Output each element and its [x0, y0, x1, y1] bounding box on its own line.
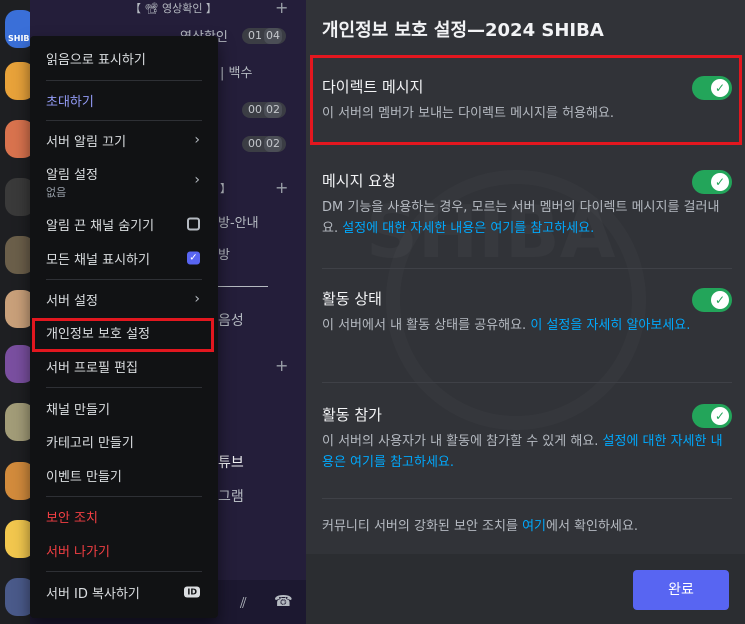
checkbox-unchecked[interactable] — [187, 217, 200, 231]
menu-server-settings[interactable]: 서버 설정 › — [38, 283, 210, 315]
divider — [218, 286, 268, 287]
message-requests-toggle[interactable]: ✓ — [692, 170, 732, 194]
checkbox-checked-icon[interactable]: ✓ — [187, 251, 200, 265]
channel-item[interactable]: 방 — [218, 244, 230, 263]
menu-label: 보안 조치 — [46, 510, 98, 526]
privacy-settings-modal: SHIBA 개인정보 보호 설정—2024 SHIBA 다이렉트 메시지 이 서… — [306, 0, 745, 624]
voice-user-count: 00 02 — [242, 102, 286, 118]
menu-label: 초대하기 — [46, 94, 94, 110]
menu-label: 서버 나가기 — [46, 544, 110, 560]
setting-activity-join: 활동 참가 이 서버의 사용자가 내 활동에 참가할 수 있게 해요. 설정에 … — [322, 404, 732, 473]
menu-separator — [46, 80, 202, 81]
learn-more-link[interactable]: 이 설정을 자세히 알아보세요. — [530, 318, 690, 333]
learn-more-link[interactable]: 설정에 대한 자세한 내용은 여기를 참고하세요. — [342, 221, 594, 236]
community-link[interactable]: 여기 — [522, 519, 546, 534]
menu-invite[interactable]: 초대하기 — [38, 84, 210, 116]
menu-sublabel: 없음 — [46, 186, 67, 199]
server-rail: SHIB — [0, 0, 35, 624]
setting-title: 메시지 요청 — [322, 172, 396, 190]
dm-toggle[interactable]: ✓ — [692, 76, 732, 100]
menu-create-channel[interactable]: 채널 만들기 — [38, 392, 210, 424]
divider — [322, 382, 732, 383]
menu-label: 읽음으로 표시하기 — [46, 52, 146, 68]
menu-label: 서버 알림 끄기 — [46, 134, 127, 150]
setting-title: 활동 상태 — [322, 290, 382, 308]
setting-title: 다이렉트 메시지 — [322, 78, 424, 96]
server-icon-label: SHIB — [8, 34, 30, 43]
chevron-right-icon: › — [194, 132, 200, 148]
channel-item[interactable]: 방-안내 — [218, 212, 259, 231]
menu-hide-muted[interactable]: 알림 끈 채널 숨기기 — [38, 208, 210, 240]
description-text: 이 서버의 사용자가 내 활동에 참가할 수 있게 해요. — [322, 434, 603, 449]
done-button[interactable]: 완료 — [633, 570, 729, 610]
modal-title: 개인정보 보호 설정—2024 SHIBA — [322, 20, 604, 41]
menu-label: 서버 ID 복사하기 — [46, 586, 140, 602]
menu-separator — [46, 279, 202, 280]
menu-label: 서버 프로필 편집 — [46, 360, 138, 376]
menu-mark-read[interactable]: 읽음으로 표시하기 — [38, 42, 210, 74]
menu-separator — [46, 571, 202, 572]
menu-label: 개인정보 보호 설정 — [46, 326, 150, 342]
divider — [322, 268, 732, 269]
setting-title: 활동 참가 — [322, 406, 382, 424]
channel-category[interactable]: 】 — [220, 180, 231, 196]
setting-activity-status: 활동 상태 이 서버에서 내 활동 상태를 공유해요. 이 설정을 자세히 알아… — [322, 288, 732, 336]
menu-privacy-settings[interactable]: 개인정보 보호 설정 — [38, 316, 210, 348]
channel-category[interactable]: 【 📽 영상확인 】 — [130, 0, 217, 16]
description-text: 이 서버에서 내 활동 상태를 공유해요. — [322, 318, 531, 333]
menu-label: 서버 설정 — [46, 293, 98, 309]
voice-user-count: 01 04 — [242, 28, 286, 44]
channel-item[interactable]: | 백수 — [220, 62, 252, 81]
check-icon: ✓ — [711, 291, 729, 309]
chevron-right-icon: › — [194, 172, 200, 188]
menu-edit-server-profile[interactable]: 서버 프로필 편집 — [38, 350, 210, 382]
menu-label: 이벤트 만들기 — [46, 469, 122, 485]
menu-separator — [46, 387, 202, 388]
check-icon: ✓ — [711, 173, 729, 191]
chevron-right-icon: › — [194, 291, 200, 307]
menu-create-event[interactable]: 이벤트 만들기 — [38, 459, 210, 491]
menu-create-category[interactable]: 카테고리 만들기 — [38, 425, 210, 457]
setting-description: 이 서버에서 내 활동 상태를 공유해요. 이 설정을 자세히 알아보세요. — [322, 315, 732, 336]
menu-label: 알림 끈 채널 숨기기 — [46, 218, 155, 234]
add-channel-icon[interactable]: + — [275, 356, 288, 375]
voice-user-count: 00 02 — [242, 136, 286, 152]
channel-item[interactable]: 그램 — [218, 486, 244, 506]
setting-description: 커뮤니티 서버의 강화된 보안 조치를 여기에서 확인하세요. — [322, 516, 732, 537]
divider — [322, 498, 732, 499]
menu-separator — [46, 496, 202, 497]
mute-video-icon[interactable]: ⫽ — [240, 594, 247, 612]
setting-message-requests: 메시지 요청 DM 기능을 사용하는 경우, 모르는 서버 멤버의 다이렉트 메… — [322, 170, 732, 239]
menu-mute-server[interactable]: 서버 알림 끄기 › — [38, 124, 210, 156]
menu-copy-server-id[interactable]: 서버 ID 복사하기 ID — [38, 576, 210, 608]
menu-leave-server[interactable]: 서버 나가기 — [38, 534, 210, 566]
menu-label: 카테고리 만들기 — [46, 435, 134, 451]
menu-label: 알림 설정 — [46, 168, 98, 183]
modal-footer: 완료 — [306, 554, 745, 624]
disconnect-icon[interactable]: ☎ — [274, 592, 293, 610]
menu-notification-settings[interactable]: 알림 설정없음 › — [38, 160, 210, 200]
activity-status-toggle[interactable]: ✓ — [692, 288, 732, 312]
description-text: 커뮤니티 서버의 강화된 보안 조치를 — [322, 519, 523, 534]
server-context-menu: 읽음으로 표시하기 초대하기 서버 알림 끄기 › 알림 설정없음 › 알림 끈 … — [30, 36, 218, 618]
add-channel-icon[interactable]: + — [275, 0, 288, 17]
channel-item[interactable]: 음성 — [218, 310, 244, 330]
add-channel-icon[interactable]: + — [275, 178, 288, 197]
check-icon: ✓ — [711, 79, 729, 97]
menu-label: 모든 채널 표시하기 — [46, 252, 150, 268]
check-icon: ✓ — [711, 407, 729, 425]
setting-description: 이 서버의 사용자가 내 활동에 참가할 수 있게 해요. 설정에 대한 자세한… — [322, 431, 732, 473]
id-icon: ID — [184, 586, 200, 598]
setting-description: 이 서버의 멤버가 보내는 다이렉트 메시지를 허용해요. — [322, 106, 615, 121]
description-text: 에서 확인하세요. — [545, 519, 638, 534]
menu-label: 채널 만들기 — [46, 402, 110, 418]
menu-show-all-channels[interactable]: 모든 채널 표시하기 ✓ — [38, 242, 210, 274]
channel-item[interactable]: 튜브 — [218, 452, 244, 472]
menu-separator — [46, 120, 202, 121]
activity-join-toggle[interactable]: ✓ — [692, 404, 732, 428]
setting-direct-messages: 다이렉트 메시지 이 서버의 멤버가 보내는 다이렉트 메시지를 허용해요. ✓ — [322, 76, 732, 124]
community-note: 커뮤니티 서버의 강화된 보안 조치를 여기에서 확인하세요. — [322, 516, 732, 537]
menu-security-actions[interactable]: 보안 조치 — [38, 500, 210, 532]
setting-description: DM 기능을 사용하는 경우, 모르는 서버 멤버의 다이렉트 메시지를 걸러내… — [322, 197, 732, 239]
